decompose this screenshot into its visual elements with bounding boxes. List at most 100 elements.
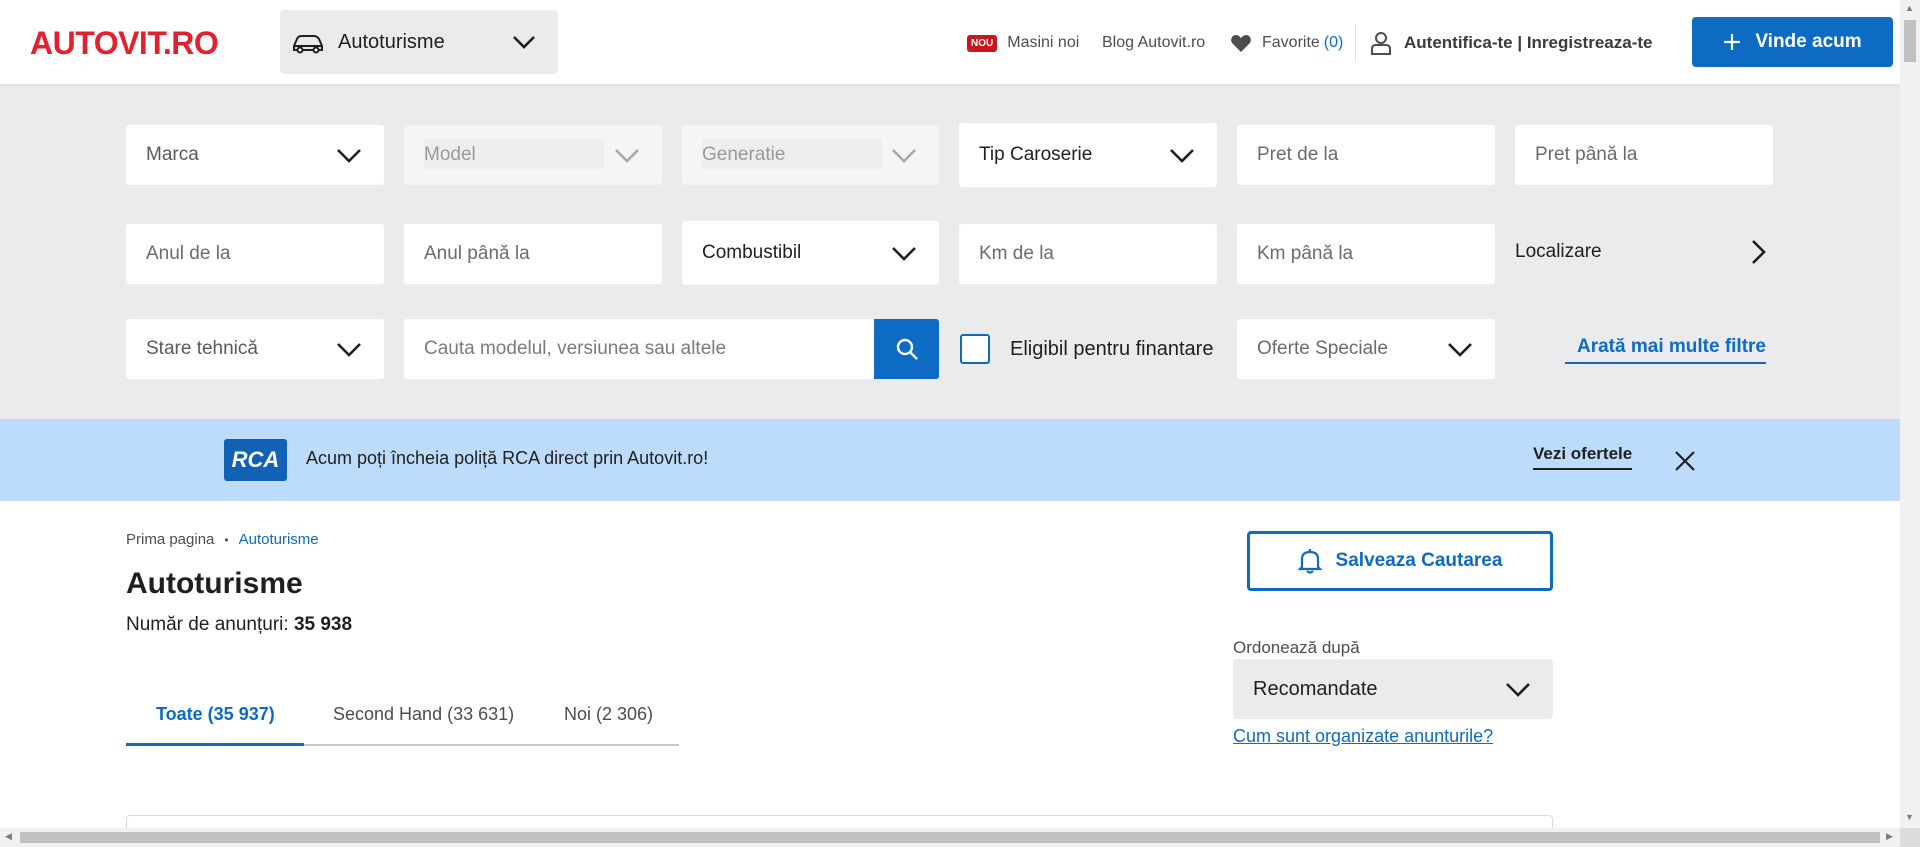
category-label: Autoturisme <box>338 30 445 53</box>
chevron-down-icon <box>615 149 639 163</box>
km-from-input[interactable]: Km de la <box>959 224 1217 284</box>
auth-link[interactable]: Autentifica-te | Inregistreaza-te <box>1370 26 1652 60</box>
location-selector[interactable]: Localizare <box>1515 222 1770 282</box>
tab-all[interactable]: Toate (35 937) <box>156 704 275 725</box>
generation-label: Generatie <box>702 144 786 165</box>
search-icon <box>896 338 918 360</box>
price-to-placeholder: Pret până la <box>1535 144 1638 165</box>
divider <box>1355 24 1356 62</box>
scroll-left-arrow-icon[interactable]: ◀ <box>5 831 12 842</box>
bell-icon <box>1297 549 1322 574</box>
price-to-input[interactable]: Pret până la <box>1515 125 1773 185</box>
sort-value: Recomandate <box>1253 677 1378 700</box>
car-icon <box>293 35 323 54</box>
rca-banner: RCA Acum poți încheia poliță RCA direct … <box>0 419 1900 501</box>
chevron-down-icon <box>513 36 535 49</box>
view-offers-link[interactable]: Vezi ofertele <box>1533 444 1633 470</box>
chevron-down-icon <box>1448 343 1472 357</box>
tab-second-hand[interactable]: Second Hand (33 631) <box>333 704 514 725</box>
horizontal-scroll-thumb[interactable] <box>20 832 1880 843</box>
year-to-placeholder: Anul până la <box>424 243 530 264</box>
top-header: AUTOVIT.RO Autoturisme NOU Masini noi Bl… <box>0 0 1900 84</box>
nav-new-cars[interactable]: NOU Masini noi <box>967 26 1079 60</box>
fuel-select[interactable]: Combustibil <box>682 221 939 285</box>
scrollbar-corner <box>1900 828 1920 847</box>
nav-favorites[interactable]: Favorite (0) <box>1230 26 1343 60</box>
listing-count-label: Număr de anunțuri: <box>126 614 289 635</box>
search-input[interactable]: Cauta modelul, versiunea sau altele <box>404 319 874 379</box>
sort-help-link[interactable]: Cum sunt organizate anunturile? <box>1233 726 1493 747</box>
heart-icon <box>1231 34 1251 52</box>
checkbox-box[interactable] <box>960 334 990 364</box>
financing-label: Eligibil pentru finantare <box>1010 337 1214 360</box>
search-placeholder: Cauta modelul, versiunea sau altele <box>424 338 727 359</box>
model-label: Model <box>424 144 476 165</box>
nav-blog[interactable]: Blog Autovit.ro <box>1102 26 1205 60</box>
new-cars-link: Masini noi <box>1007 34 1080 51</box>
save-search-label: Salveaza Cautarea <box>1335 550 1503 571</box>
sell-now-button[interactable]: Vinde acum <box>1692 17 1893 67</box>
km-to-input[interactable]: Km până la <box>1237 224 1495 284</box>
user-icon <box>1371 32 1391 55</box>
listing-card <box>126 815 1553 828</box>
vertical-scroll-thumb[interactable] <box>1904 20 1916 62</box>
close-icon[interactable] <box>1672 448 1698 474</box>
body-type-select[interactable]: Tip Caroserie <box>959 123 1217 187</box>
tab-new[interactable]: Noi (2 306) <box>564 704 653 725</box>
generation-select[interactable]: Generatie <box>682 125 939 185</box>
banner-text: Acum poți încheia poliță RCA direct prin… <box>306 448 709 468</box>
chevron-down-icon <box>892 149 916 163</box>
chevron-down-icon <box>337 343 361 357</box>
financing-checkbox[interactable]: Eligibil pentru finantare <box>960 319 1213 379</box>
horizontal-scrollbar[interactable]: ◀ ▶ <box>0 828 1900 847</box>
favorites-label: Favorite <box>1262 34 1320 51</box>
condition-select[interactable]: Stare tehnică <box>126 319 384 379</box>
chevron-down-icon <box>1506 683 1530 697</box>
plus-icon <box>1724 34 1741 50</box>
chevron-down-icon <box>1170 149 1194 163</box>
scroll-up-arrow-icon[interactable]: ▲ <box>1905 3 1914 13</box>
search-button[interactable] <box>874 319 939 379</box>
keyword-search: Cauta modelul, versiunea sau altele <box>404 319 939 379</box>
breadcrumb-separator: • <box>224 532 229 547</box>
km-to-placeholder: Km până la <box>1257 243 1354 264</box>
special-offers-select[interactable]: Oferte Speciale <box>1237 319 1495 379</box>
condition-tabs: Toate (35 937) Second Hand (33 631) Noi … <box>126 690 679 746</box>
favorites-count: (0) <box>1323 34 1344 51</box>
year-from-input[interactable]: Anul de la <box>126 224 384 284</box>
brand-select[interactable]: Marca <box>126 125 384 185</box>
year-to-input[interactable]: Anul până la <box>404 224 662 284</box>
save-search-button[interactable]: Salveaza Cautarea <box>1247 531 1553 591</box>
breadcrumb-current[interactable]: Autoturisme <box>239 531 319 548</box>
sell-now-label: Vinde acum <box>1755 31 1862 52</box>
vertical-scrollbar[interactable]: ▲ ▼ <box>1900 0 1920 828</box>
km-from-placeholder: Km de la <box>979 243 1054 264</box>
sort-select[interactable]: Recomandate <box>1233 659 1553 719</box>
site-logo[interactable]: AUTOVIT.RO <box>30 24 219 62</box>
blog-link: Blog Autovit.ro <box>1102 34 1206 51</box>
year-from-placeholder: Anul de la <box>146 243 231 264</box>
price-from-input[interactable]: Pret de la <box>1237 125 1495 185</box>
breadcrumb-home[interactable]: Prima pagina <box>126 531 214 548</box>
rca-logo: RCA <box>224 439 287 481</box>
listing-count-value: 35 938 <box>293 614 353 635</box>
active-tab-indicator <box>126 743 304 746</box>
scroll-right-arrow-icon[interactable]: ▶ <box>1886 831 1893 842</box>
special-offers-label: Oferte Speciale <box>1257 338 1388 359</box>
scroll-down-arrow-icon[interactable]: ▼ <box>1905 812 1914 822</box>
page: AUTOVIT.RO Autoturisme NOU Masini noi Bl… <box>0 0 1900 828</box>
chevron-down-icon <box>892 247 916 261</box>
price-from-placeholder: Pret de la <box>1257 144 1339 165</box>
auth-label: Autentifica-te | Inregistreaza-te <box>1404 33 1653 52</box>
new-badge: NOU <box>967 34 998 52</box>
model-select[interactable]: Model <box>404 125 662 185</box>
body-type-label: Tip Caroserie <box>979 144 1093 165</box>
more-filters-link[interactable]: Arată mai multe filtre <box>1565 336 1766 364</box>
page-title: Autoturisme <box>126 567 303 600</box>
category-select[interactable]: Autoturisme <box>280 10 558 74</box>
location-label: Localizare <box>1515 241 1602 262</box>
condition-label: Stare tehnică <box>146 338 258 359</box>
fuel-label: Combustibil <box>702 242 802 263</box>
chevron-right-icon <box>1752 240 1766 264</box>
brand-label: Marca <box>146 144 199 165</box>
